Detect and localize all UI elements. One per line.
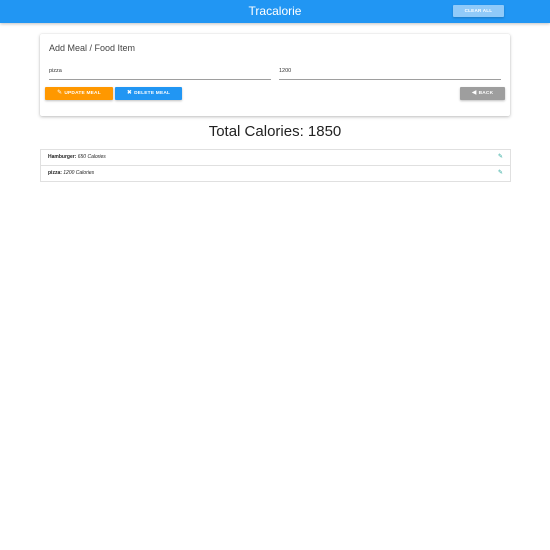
back-label: BACK [478,91,494,96]
meal-list: Hamburger: 650 Calories ✎ pizza: 1200 Ca… [40,149,511,182]
form-title: Add Meal / Food Item [49,43,136,53]
update-meal-label: UPDATE MEAL [64,91,101,96]
pencil-icon[interactable]: ✎ [498,166,503,181]
pencil-icon[interactable]: ✎ [498,150,503,165]
item-name: pizza: [48,170,64,176]
clear-all-button[interactable]: CLEAR ALL [453,5,504,17]
item-name: Hamburger: [48,154,78,160]
delete-meal-button[interactable]: ✖ DELETE MEAL [115,87,182,100]
edit-icon: ✎ [57,90,63,96]
back-button[interactable]: ◀ BACK [460,87,505,100]
item-calories: 1200 Calories [63,170,95,176]
back-circle-icon: ◀ [471,90,477,96]
meal-form-card: Add Meal / Food Item pizza 1200 ✎ UPDATE … [40,34,510,116]
calories-input[interactable]: 1200 [279,66,501,80]
list-item: Hamburger: 650 Calories ✎ [41,150,510,165]
item-calories: 650 Calories [77,154,106,160]
update-meal-button[interactable]: ✎ UPDATE MEAL [45,87,113,100]
meal-name-input[interactable]: pizza [49,66,271,80]
delete-meal-label: DELETE MEAL [134,91,171,96]
navbar: Tracalorie CLEAR ALL [0,0,550,23]
close-icon: ✖ [126,90,133,96]
list-item: pizza: 1200 Calories ✎ [41,165,510,181]
total-calories: Total Calories: 1850 [208,123,342,140]
